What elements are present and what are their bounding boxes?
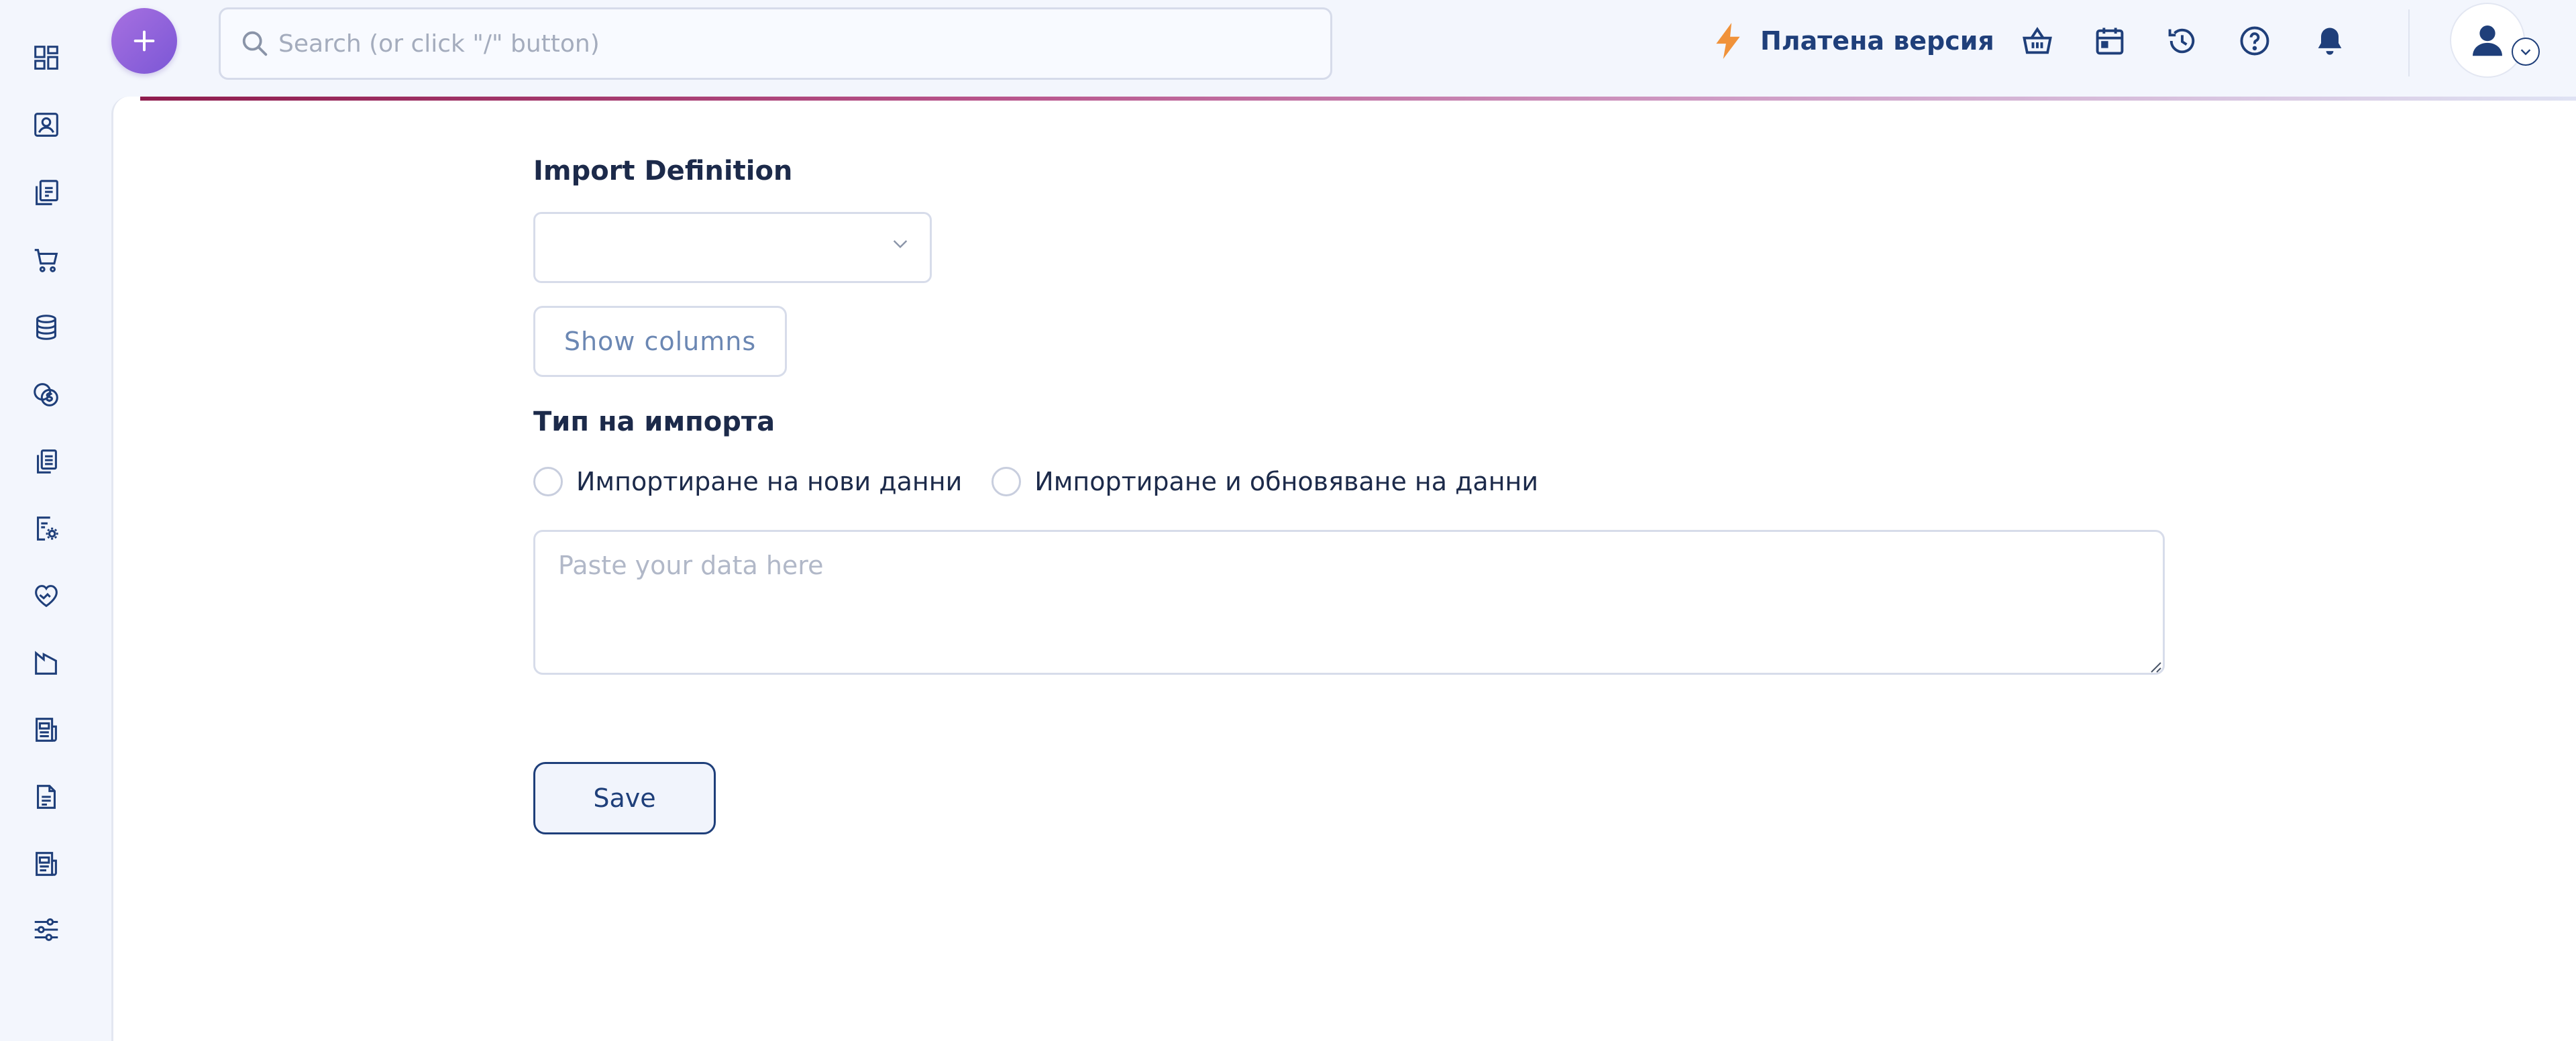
bell-icon <box>2318 28 2342 55</box>
search-bar <box>219 7 1332 80</box>
radio-label: Импортиране на нови данни <box>576 467 963 496</box>
text-document-icon <box>37 785 56 809</box>
sidebar <box>0 0 111 1041</box>
data-paste-textarea[interactable] <box>533 530 2165 675</box>
report-icon <box>36 852 57 876</box>
import-definition-select[interactable] <box>533 212 932 283</box>
sidebar-item-documents[interactable] <box>29 176 64 211</box>
help-icon <box>2240 26 2269 56</box>
cart-icon <box>34 249 58 272</box>
topbar: Платена версия <box>111 0 2576 94</box>
sliders-icon <box>34 918 58 941</box>
database-icon <box>36 315 56 340</box>
copy-documents-icon <box>37 449 57 474</box>
sidebar-item-document-settings[interactable] <box>29 511 64 546</box>
calendar-button[interactable] <box>2090 21 2129 60</box>
sidebar-item-copies[interactable] <box>29 444 64 479</box>
search-icon <box>242 31 268 56</box>
help-button[interactable] <box>2235 21 2274 60</box>
calendar-icon <box>2096 28 2124 55</box>
radio-label: Импортиране и обновяване на данни <box>1034 467 1539 496</box>
import-type-label: Тип на импорта <box>533 406 775 437</box>
sidebar-item-production[interactable] <box>29 645 64 680</box>
radio-import-new-data[interactable]: Импортиране на нови данни <box>533 467 962 496</box>
sidebar-item-database[interactable] <box>29 310 64 345</box>
sidebar-item-dashboard[interactable] <box>29 40 64 75</box>
import-definition-label: Import Definition <box>533 156 793 186</box>
lightning-icon <box>1716 23 1740 59</box>
paid-version-label: Платена версия <box>1760 26 1994 56</box>
factory-icon <box>35 651 57 675</box>
dashboard-icon <box>34 46 58 70</box>
sidebar-item-reports[interactable] <box>29 846 64 881</box>
show-columns-button[interactable]: Show columns <box>533 306 787 377</box>
sidebar-item-contacts[interactable] <box>29 107 64 142</box>
sidebar-item-news[interactable] <box>29 712 64 747</box>
import-type-radio-group: Импортиране на нови данни Импортиране и … <box>533 467 1568 496</box>
main-content: Import Definition Show columns Тип на им… <box>111 97 2576 1041</box>
radio-import-and-update-data[interactable]: Импортиране и обновяване на данни <box>991 467 1538 496</box>
sidebar-item-text-documents[interactable] <box>29 779 64 814</box>
paid-version-link[interactable]: Платена версия <box>1712 19 1994 63</box>
app-root: Платена версия <box>0 0 2576 1041</box>
plus-icon <box>133 30 155 52</box>
coins-icon <box>34 383 58 406</box>
newspaper-icon <box>36 718 57 742</box>
history-icon <box>2168 28 2195 54</box>
top-progress-bar <box>140 97 2576 101</box>
sidebar-item-settings[interactable] <box>29 912 64 947</box>
resize-grip-icon[interactable] <box>2146 657 2162 673</box>
sidebar-item-care[interactable] <box>29 578 64 613</box>
sidebar-item-finance[interactable] <box>29 377 64 412</box>
chevron-down-icon <box>893 240 908 249</box>
user-avatar-button[interactable] <box>2450 3 2525 78</box>
sidebar-item-cart[interactable] <box>29 243 64 278</box>
search-input[interactable] <box>278 30 1285 58</box>
chevron-down-icon <box>2520 49 2531 56</box>
basket-icon <box>2023 27 2052 54</box>
basket-button[interactable] <box>2018 21 2057 60</box>
documents-icon <box>36 180 58 205</box>
radio-circle[interactable] <box>533 467 563 496</box>
heart-hand-icon <box>35 585 58 608</box>
contacts-icon <box>34 113 58 137</box>
create-new-button[interactable] <box>111 8 177 74</box>
save-button[interactable]: Save <box>533 762 716 834</box>
user-icon <box>2473 25 2502 56</box>
topbar-divider <box>2408 9 2410 76</box>
user-menu-toggle[interactable] <box>2512 38 2540 66</box>
document-settings-icon <box>37 516 58 541</box>
radio-circle[interactable] <box>991 467 1022 496</box>
notifications-button[interactable] <box>2310 21 2349 60</box>
history-button[interactable] <box>2163 21 2202 60</box>
